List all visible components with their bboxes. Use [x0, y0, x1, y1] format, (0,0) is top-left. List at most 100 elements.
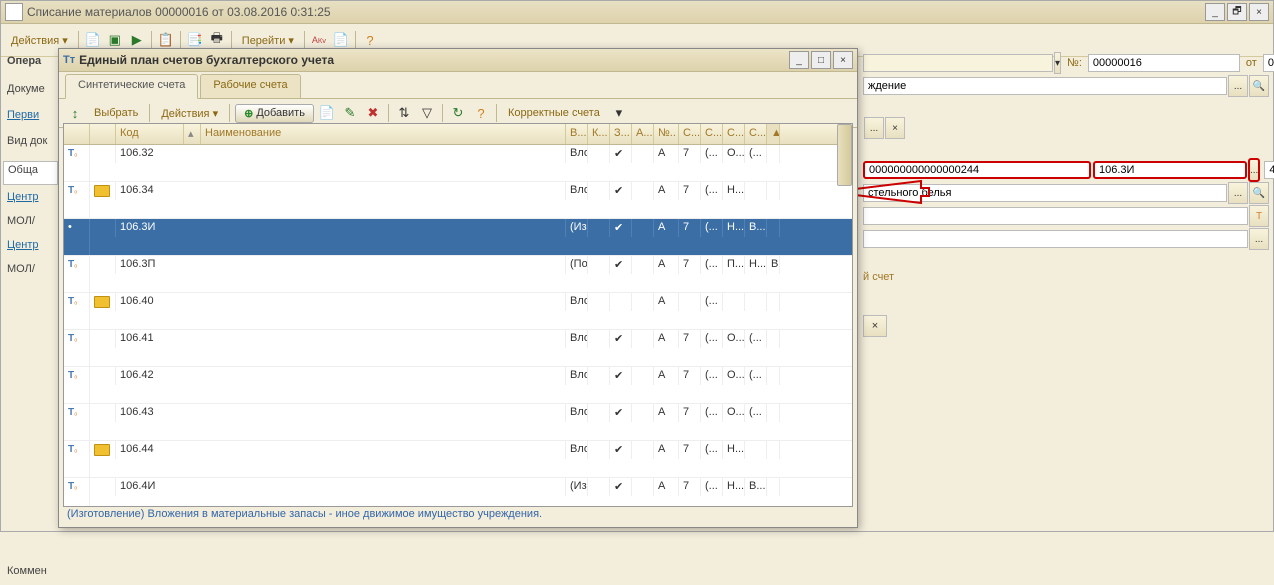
org-input[interactable] [863, 54, 1053, 72]
org2-lookup[interactable]: ... [1228, 75, 1248, 97]
cell-s2: Н... [723, 441, 745, 459]
tab-working[interactable]: Рабочие счета [200, 74, 300, 98]
tree-icon: Тт [63, 54, 75, 66]
row7-input[interactable] [863, 230, 1248, 248]
add-button[interactable]: ⊕Добавить [235, 104, 314, 123]
col-s1[interactable]: С... [679, 124, 701, 144]
struct-icon[interactable]: 📑 [185, 30, 205, 50]
scrollbar-thumb[interactable] [837, 145, 852, 186]
folder-icon [90, 478, 116, 496]
main-titlebar: Списание материалов 00000016 от 03.08.20… [1, 1, 1273, 24]
select-icon[interactable]: ↕ [65, 103, 85, 123]
org-dropdown[interactable]: ▾ [1054, 52, 1061, 74]
row6-t[interactable]: T [1249, 205, 1269, 227]
col-a[interactable]: А... [632, 124, 654, 144]
row7-lookup[interactable]: ... [1249, 228, 1269, 250]
cell-s4 [767, 441, 780, 459]
correct-link[interactable]: Корректные счета [502, 104, 606, 122]
col-s4[interactable]: С... [745, 124, 767, 144]
row-type-icon [64, 404, 90, 422]
help-icon[interactable]: ? [360, 30, 380, 50]
col-s3[interactable]: С... [723, 124, 745, 144]
report-icon[interactable]: 📄 [331, 30, 351, 50]
goto-menu[interactable]: Перейти ▾ [236, 31, 300, 50]
table-row[interactable]: •106.3И(Изготовление) Вложения в материа… [64, 219, 852, 256]
cell-s4 [767, 330, 780, 348]
cell-k: ✔ [610, 256, 632, 274]
col-name[interactable]: Наименование [201, 124, 566, 144]
save-icon[interactable]: ▣ [105, 30, 125, 50]
table-row[interactable]: 106.4И(Изготовление) Вложения в материал… [64, 478, 852, 506]
row3-lookup[interactable]: ... [864, 117, 884, 139]
akv-icon[interactable]: AКv [309, 30, 329, 50]
filter-icon[interactable]: ▽ [417, 103, 437, 123]
delete-icon[interactable]: ✖ [363, 103, 383, 123]
cell-n: 7 [679, 219, 701, 237]
cell-name: (Изготовление) Вложения в материальные з… [566, 478, 588, 496]
col-code[interactable]: Код [116, 124, 184, 144]
folder-icon [90, 182, 116, 200]
cell-v [588, 145, 610, 163]
post-icon[interactable]: ▶ [127, 30, 147, 50]
cell-a: А [654, 478, 679, 496]
org2-input[interactable] [863, 77, 1227, 95]
lp-centr2[interactable]: Центр [3, 237, 58, 259]
hierarchy-icon[interactable]: ⇅ [394, 103, 414, 123]
acct-lookup[interactable]: ... [1248, 158, 1260, 182]
tab-synthetic[interactable]: Синтетические счета [65, 74, 198, 99]
cell-s2: О... [723, 330, 745, 348]
cell-code: 106.42 [116, 367, 566, 385]
col-v[interactable]: В... [566, 124, 588, 144]
cell-a: А [654, 367, 679, 385]
copy-icon[interactable]: 📋 [156, 30, 176, 50]
item-lookup[interactable]: ... [1228, 182, 1248, 204]
grid-body[interactable]: 106.32Вложения в нематериальные активы -… [64, 145, 852, 506]
bignum-input[interactable] [863, 161, 1091, 179]
restore-button[interactable]: 🗗 [1227, 3, 1247, 21]
lp-centr1[interactable]: Центр [3, 189, 58, 211]
col-k[interactable]: К... [588, 124, 610, 144]
print-icon[interactable]: 🖶 [207, 30, 227, 50]
refresh-icon[interactable]: ↻ [448, 103, 468, 123]
lp-pervi[interactable]: Перви [3, 107, 58, 129]
col-n[interactable]: №.. [654, 124, 679, 144]
table-row[interactable]: 106.40Вложения в предметы лизингаА(... [64, 293, 852, 330]
col-z[interactable]: З... [610, 124, 632, 144]
col-s2[interactable]: С... [701, 124, 723, 144]
dialog-maximize[interactable]: □ [811, 51, 831, 69]
lp-obsha[interactable]: Обща [3, 161, 58, 185]
org2-search[interactable]: 🔍 [1249, 75, 1269, 97]
number-input[interactable] [1088, 54, 1240, 72]
tab-close-button[interactable]: × [863, 315, 887, 337]
select-button[interactable]: Выбрать [88, 104, 144, 122]
row6-input[interactable] [863, 207, 1248, 225]
table-row[interactable]: 106.43Вложения в непроизведенные активы … [64, 404, 852, 441]
minimize-button[interactable]: _ [1205, 3, 1225, 21]
date-input[interactable] [1263, 54, 1274, 72]
copy-row-icon[interactable]: 📄 [317, 103, 337, 123]
table-row[interactable]: 106.32Вложения в нематериальные активы -… [64, 145, 852, 182]
ecr-input[interactable] [1264, 161, 1274, 179]
table-row[interactable]: 106.34Вложения в материальные запасы - и… [64, 182, 852, 219]
table-row[interactable]: 106.42Вложения в нематериальные активы -… [64, 367, 852, 404]
close-button[interactable]: × [1249, 3, 1269, 21]
row3-clear[interactable]: × [885, 117, 905, 139]
lp-opera: Опера [3, 53, 58, 75]
new-icon[interactable]: 📄 [83, 30, 103, 50]
edit-icon[interactable]: ✎ [340, 103, 360, 123]
acct-input[interactable] [1093, 161, 1247, 179]
dlg-actions[interactable]: Действия ▾ [155, 104, 224, 123]
dialog-minimize[interactable]: _ [789, 51, 809, 69]
cell-n: 7 [679, 367, 701, 385]
table-row[interactable]: 106.3П(Покупка) Вложения в материальные … [64, 256, 852, 293]
dialog-close[interactable]: × [833, 51, 853, 69]
table-row[interactable]: 106.44Вложения в материальные запасы - п… [64, 441, 852, 478]
col-sort-icon[interactable]: ▴ [184, 124, 201, 144]
table-row[interactable]: 106.41Вложения в основные средства - пре… [64, 330, 852, 367]
item-search[interactable]: 🔍 [1249, 182, 1269, 204]
actions-menu[interactable]: Действия ▾ [5, 31, 74, 50]
cell-s2: Н... [723, 478, 745, 496]
correct-dd[interactable]: ▾ [609, 103, 629, 123]
cell-a: А [654, 404, 679, 422]
help2-icon[interactable]: ? [471, 103, 491, 123]
